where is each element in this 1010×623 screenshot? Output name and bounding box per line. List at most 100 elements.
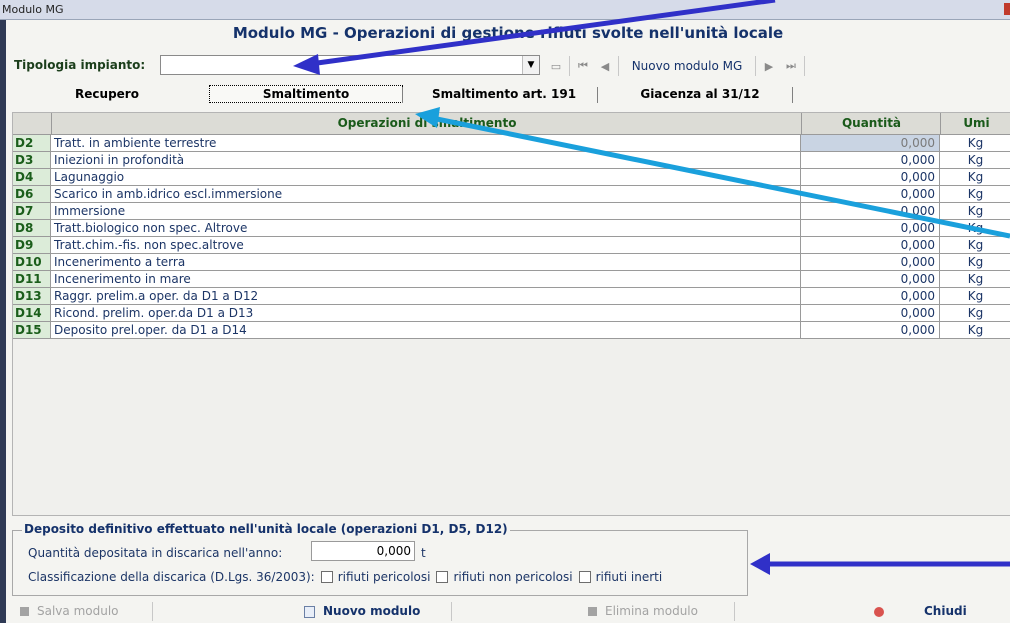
nuovo-modulo-mg-button[interactable]: Nuovo modulo MG xyxy=(621,59,753,73)
quantita-unit: t xyxy=(421,546,426,560)
table-row[interactable]: D14 Ricond. prelim. oper.da D1 a D13 0,000… xyxy=(13,305,1010,322)
operation-code: D10 xyxy=(13,254,51,270)
footer-toolbar: Salva modulo Nuovo modulo Elimina modulo… xyxy=(8,600,1010,623)
operation-code: D8 xyxy=(13,220,51,236)
deposito-group xyxy=(12,530,748,596)
operation-code: D15 xyxy=(13,322,51,338)
operation-description: Raggr. prelim.a oper. da D1 a D12 xyxy=(51,288,801,304)
quantity-cell[interactable]: 0,000 xyxy=(801,288,940,304)
unit-cell: Kg xyxy=(967,289,984,303)
table-row[interactable]: D10 Incenerimento a terra 0,000 Kg xyxy=(13,254,1010,271)
table-header: Operazioni di smaltimento Quantità Umi xyxy=(13,113,1010,135)
inerti-checkbox[interactable] xyxy=(578,571,591,583)
nav-separator xyxy=(618,56,619,76)
table-row[interactable]: D15 Deposito prel.oper. da D1 a D14 0,000 K… xyxy=(13,322,1010,339)
classificazione-row: Classificazione della discarica (D.Lgs. … xyxy=(28,570,662,584)
first-record-icon[interactable]: ⏮ xyxy=(572,59,594,73)
new-doc-icon xyxy=(304,605,315,618)
operation-code: D14 xyxy=(13,305,51,321)
tab-recupero[interactable]: Recupero xyxy=(42,84,172,104)
header-code xyxy=(13,113,51,134)
quantity-cell[interactable]: 0,000 xyxy=(801,237,940,253)
quantity-cell[interactable]: 0,000 xyxy=(801,271,940,287)
page-title: Modulo MG - Operazioni di gestione rifiu… xyxy=(232,24,784,42)
quantity-cell[interactable]: 0,000 xyxy=(801,305,940,321)
quantity-cell[interactable]: 0,000 xyxy=(801,169,940,185)
operation-description: Tratt.chim.-fis. non spec.altrove xyxy=(51,237,801,253)
pericolosi-label: rifiuti pericolosi xyxy=(337,570,431,584)
operation-code: D13 xyxy=(13,288,51,304)
save-icon xyxy=(20,607,29,616)
elimina-modulo-button[interactable]: Elimina modulo xyxy=(588,600,698,623)
header-umi: Umi xyxy=(940,113,1010,134)
nav-separator xyxy=(569,56,570,76)
quantity-cell[interactable]: 0,000 xyxy=(801,152,940,168)
operation-description: Tratt.biologico non spec. Altrove xyxy=(51,220,801,236)
quantita-input[interactable]: 0,000 xyxy=(311,541,415,561)
header-operazioni: Operazioni di smaltimento xyxy=(51,113,802,134)
quantity-cell[interactable]: 0,000 xyxy=(801,203,940,219)
nuovo-label: Nuovo modulo xyxy=(323,604,421,618)
non-pericolosi-checkbox[interactable] xyxy=(436,571,449,583)
table-row[interactable]: D9 Tratt.chim.-fis. non spec.altrove 0,000… xyxy=(13,237,1010,254)
tab-smaltimento[interactable]: Smaltimento xyxy=(209,85,403,103)
table-row[interactable]: D3 Iniezioni in profondità 0,000 Kg xyxy=(13,152,1010,169)
quantity-cell[interactable]: 0,000 xyxy=(801,322,940,338)
operation-description: Incenerimento a terra xyxy=(51,254,801,270)
table-row[interactable]: D2 Tratt. in ambiente terrestre 0,000 Kg xyxy=(13,135,1010,152)
table-row[interactable]: D13 Raggr. prelim.a oper. da D1 a D12 0,00… xyxy=(13,288,1010,305)
unit-cell: Kg xyxy=(967,255,984,269)
inerti-label: rifiuti inerti xyxy=(595,570,663,584)
table-row[interactable]: D4 Lagunaggio 0,000 Kg xyxy=(13,169,1010,186)
unit-cell: Kg xyxy=(967,170,984,184)
unit-cell: Kg xyxy=(967,136,984,150)
operation-description: Lagunaggio xyxy=(51,169,801,185)
operation-description: Scarico in amb.idrico escl.immersione xyxy=(51,186,801,202)
table-row[interactable]: D11 Incenerimento in mare 0,000 Kg xyxy=(13,271,1010,288)
quantity-cell[interactable]: 0,000 xyxy=(801,254,940,270)
unit-cell: Kg xyxy=(967,306,984,320)
quantity-cell[interactable]: 0,000 xyxy=(801,186,940,202)
next-record-icon[interactable]: ▶ xyxy=(758,60,780,73)
unit-cell: Kg xyxy=(967,323,984,337)
unit-cell: Kg xyxy=(967,238,984,252)
table-row[interactable]: D7 Immersione 0,000 Kg xyxy=(13,203,1010,220)
non-pericolosi-label: rifiuti non pericolosi xyxy=(453,570,573,584)
footer-separator xyxy=(734,602,735,621)
quantity-cell[interactable]: 0,000 xyxy=(801,220,940,236)
table-row[interactable]: D6 Scarico in amb.idrico escl.immersione 0… xyxy=(13,186,1010,203)
table-row[interactable]: D8 Tratt.biologico non spec. Altrove 0,000… xyxy=(13,220,1010,237)
title-bar: Modulo MG xyxy=(0,0,1010,20)
calendar-icon[interactable]: ▭ xyxy=(545,60,567,73)
salva-modulo-button[interactable]: Salva modulo xyxy=(20,600,119,623)
footer-separator xyxy=(152,602,153,621)
window-title: Modulo MG xyxy=(2,3,64,16)
operation-description: Ricond. prelim. oper.da D1 a D13 xyxy=(51,305,801,321)
nav-separator xyxy=(804,56,805,76)
quantity-cell[interactable]: 0,000 xyxy=(801,135,940,151)
last-record-icon[interactable]: ⏭ xyxy=(780,59,802,73)
dropdown-arrow-icon[interactable]: ▼ xyxy=(522,56,539,74)
elimina-label: Elimina modulo xyxy=(605,604,698,618)
tipologia-combobox[interactable]: ▼ xyxy=(160,55,540,75)
left-border xyxy=(0,20,6,623)
operation-description: Iniezioni in profondità xyxy=(51,152,801,168)
unit-cell: Kg xyxy=(967,204,984,218)
operation-code: D2 xyxy=(13,135,51,151)
tab-smaltimento-art-191[interactable]: Smaltimento art. 191 xyxy=(414,84,594,104)
tab-giacenza[interactable]: Giacenza al 31/12 xyxy=(610,84,790,104)
nuovo-modulo-button[interactable]: Nuovo modulo xyxy=(304,600,420,623)
prev-record-icon[interactable]: ◀ xyxy=(594,60,616,73)
unit-cell: Kg xyxy=(967,272,984,286)
chiudi-button[interactable]: Chiudi xyxy=(874,600,967,623)
delete-icon xyxy=(588,607,597,616)
operation-description: Tratt. in ambiente terrestre xyxy=(51,135,801,151)
pericolosi-checkbox[interactable] xyxy=(320,571,333,583)
window-close-icon[interactable] xyxy=(1004,3,1010,15)
operation-code: D9 xyxy=(13,237,51,253)
nav-separator xyxy=(755,56,756,76)
operation-code: D7 xyxy=(13,203,51,219)
operation-code: D11 xyxy=(13,271,51,287)
tab-separator xyxy=(402,87,403,103)
record-navigator: ▭ ⏮ ◀ Nuovo modulo MG ▶ ⏭ xyxy=(545,55,807,77)
